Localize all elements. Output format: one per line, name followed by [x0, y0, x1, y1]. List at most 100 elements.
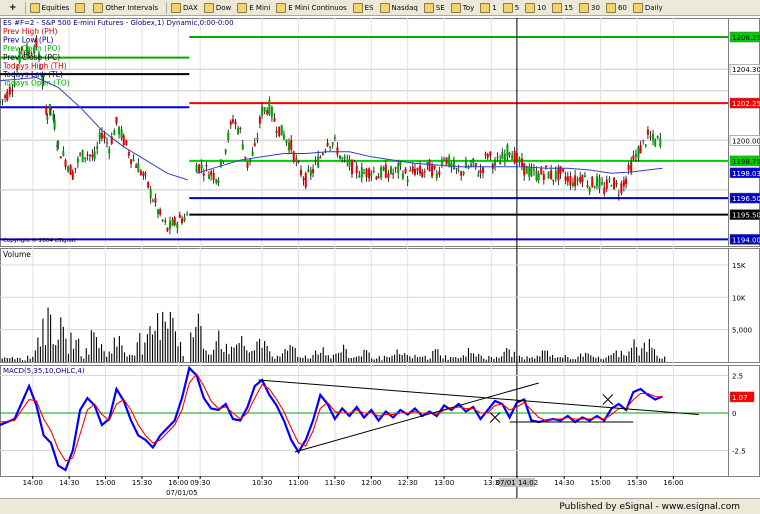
toolbar-item-2[interactable]: Equities	[29, 1, 71, 15]
toolbar-item-3[interactable]	[74, 1, 88, 15]
candle-body	[176, 223, 179, 228]
candle-body	[452, 161, 455, 170]
chart-title: ES #F=2 - S&P 500 E-mini Futures - Globe…	[3, 19, 234, 27]
candle-body	[545, 165, 547, 168]
candle-body	[615, 182, 618, 185]
candle-body	[79, 153, 82, 155]
candle-body	[634, 153, 637, 157]
toolbar-item-5[interactable]: DAX	[170, 1, 199, 15]
candle-body	[569, 175, 572, 186]
candle-body	[125, 140, 128, 146]
toolbar-item-15[interactable]: 10	[524, 1, 547, 15]
candle-body	[610, 185, 613, 187]
candle-body	[282, 134, 285, 140]
toolbar-item-9[interactable]: ES	[352, 1, 375, 15]
toolbar-item-16[interactable]: 15	[551, 1, 574, 15]
toolbar-item-label: Nasdaq	[391, 3, 418, 12]
candle-body	[406, 179, 409, 182]
candle-body	[537, 173, 540, 181]
candle-body	[290, 140, 293, 150]
folder-icon	[276, 2, 287, 13]
price-label: 1194.00	[732, 236, 760, 244]
toolbar-item-12[interactable]: Toy	[450, 1, 476, 15]
candle-body	[288, 142, 291, 151]
candle-body	[246, 161, 249, 168]
candle-body	[399, 161, 402, 166]
toolbar-item-7[interactable]: E Mini	[236, 1, 271, 15]
candle-body	[326, 142, 329, 147]
candle-body	[601, 182, 604, 185]
toolbar-item-19[interactable]: Daily	[632, 1, 664, 15]
volume-tick-label: 10K	[732, 294, 746, 302]
macd-tick-label: -2.5	[732, 448, 746, 456]
folder-icon	[379, 2, 390, 13]
toolbar-item-6[interactable]: Dow	[203, 1, 232, 15]
date-label: 07/01/05	[166, 489, 197, 497]
candle-body	[224, 149, 227, 153]
price-label: 1204.30	[732, 66, 760, 74]
candle-body	[550, 170, 553, 179]
toolbar-item-1[interactable]: +	[8, 1, 18, 15]
chart-background	[0, 16, 760, 498]
toolbar-item-8[interactable]: E Mini Continuos	[275, 1, 347, 15]
toolbar-item-0[interactable]	[2, 1, 4, 15]
candle-body	[239, 127, 242, 130]
candle-body	[520, 158, 523, 167]
toolbar-item-label: 15	[564, 3, 574, 12]
candle-body	[338, 155, 341, 159]
candle-body	[637, 147, 640, 159]
folder-icon	[352, 2, 363, 13]
candle-body	[268, 100, 271, 115]
candle-body	[557, 167, 560, 181]
candle-body	[448, 156, 451, 167]
candle-body	[249, 159, 252, 161]
candle-body	[333, 136, 336, 139]
candle-body	[57, 141, 60, 145]
x-tick-label: 16:00	[168, 479, 188, 487]
candle-body	[71, 171, 74, 180]
toolbar-item-17[interactable]: 30	[578, 1, 601, 15]
folder-icon	[552, 2, 563, 13]
candle-body	[593, 187, 596, 189]
candle-body	[343, 156, 346, 159]
chart-canvas: ES #F=2 - S&P 500 E-mini Futures - Globe…	[0, 16, 760, 498]
candle-body	[292, 151, 295, 162]
candle-body	[115, 116, 118, 124]
toolbar-item-label: ES	[364, 3, 374, 12]
x-tick-label: 12:00	[361, 479, 381, 487]
folder-icon	[75, 2, 86, 13]
toolbar-item-label: Equities	[41, 3, 70, 12]
folder-icon	[605, 2, 616, 13]
candle-body	[210, 171, 213, 176]
candle-body	[431, 165, 434, 177]
candle-body	[151, 200, 154, 202]
macd-tick-label: 2.5	[732, 373, 743, 381]
x-tick-label: 12:30	[398, 479, 418, 487]
candle-body	[149, 189, 152, 199]
candle-body	[627, 164, 630, 171]
candle-body	[341, 157, 344, 159]
candle-body	[74, 167, 77, 169]
toolbar-item-10[interactable]: Nasdaq	[379, 1, 419, 15]
toolbar-item-18[interactable]: 60	[605, 1, 628, 15]
candle-body	[161, 219, 164, 221]
candle-body	[229, 121, 232, 125]
candle-body	[81, 149, 84, 162]
toolbar-item-14[interactable]: 5	[502, 1, 520, 15]
candle-body	[511, 154, 514, 160]
candle-body	[302, 178, 305, 181]
candle-body	[489, 151, 492, 156]
candle-body	[639, 144, 642, 154]
folder-icon	[93, 2, 104, 13]
x-tick-label: 14:30	[59, 479, 79, 487]
candle-body	[106, 142, 109, 144]
candle-body	[566, 176, 569, 183]
toolbar-item-4[interactable]: Other Intervals	[92, 1, 159, 15]
x-tick-label: 16:00	[663, 479, 683, 487]
toolbar-item-13[interactable]: 1	[479, 1, 497, 15]
candle-body	[227, 132, 230, 140]
candle-body	[411, 166, 414, 172]
candle-body	[329, 146, 332, 148]
toolbar-item-11[interactable]: SE	[423, 1, 446, 15]
candle-body	[147, 181, 150, 188]
